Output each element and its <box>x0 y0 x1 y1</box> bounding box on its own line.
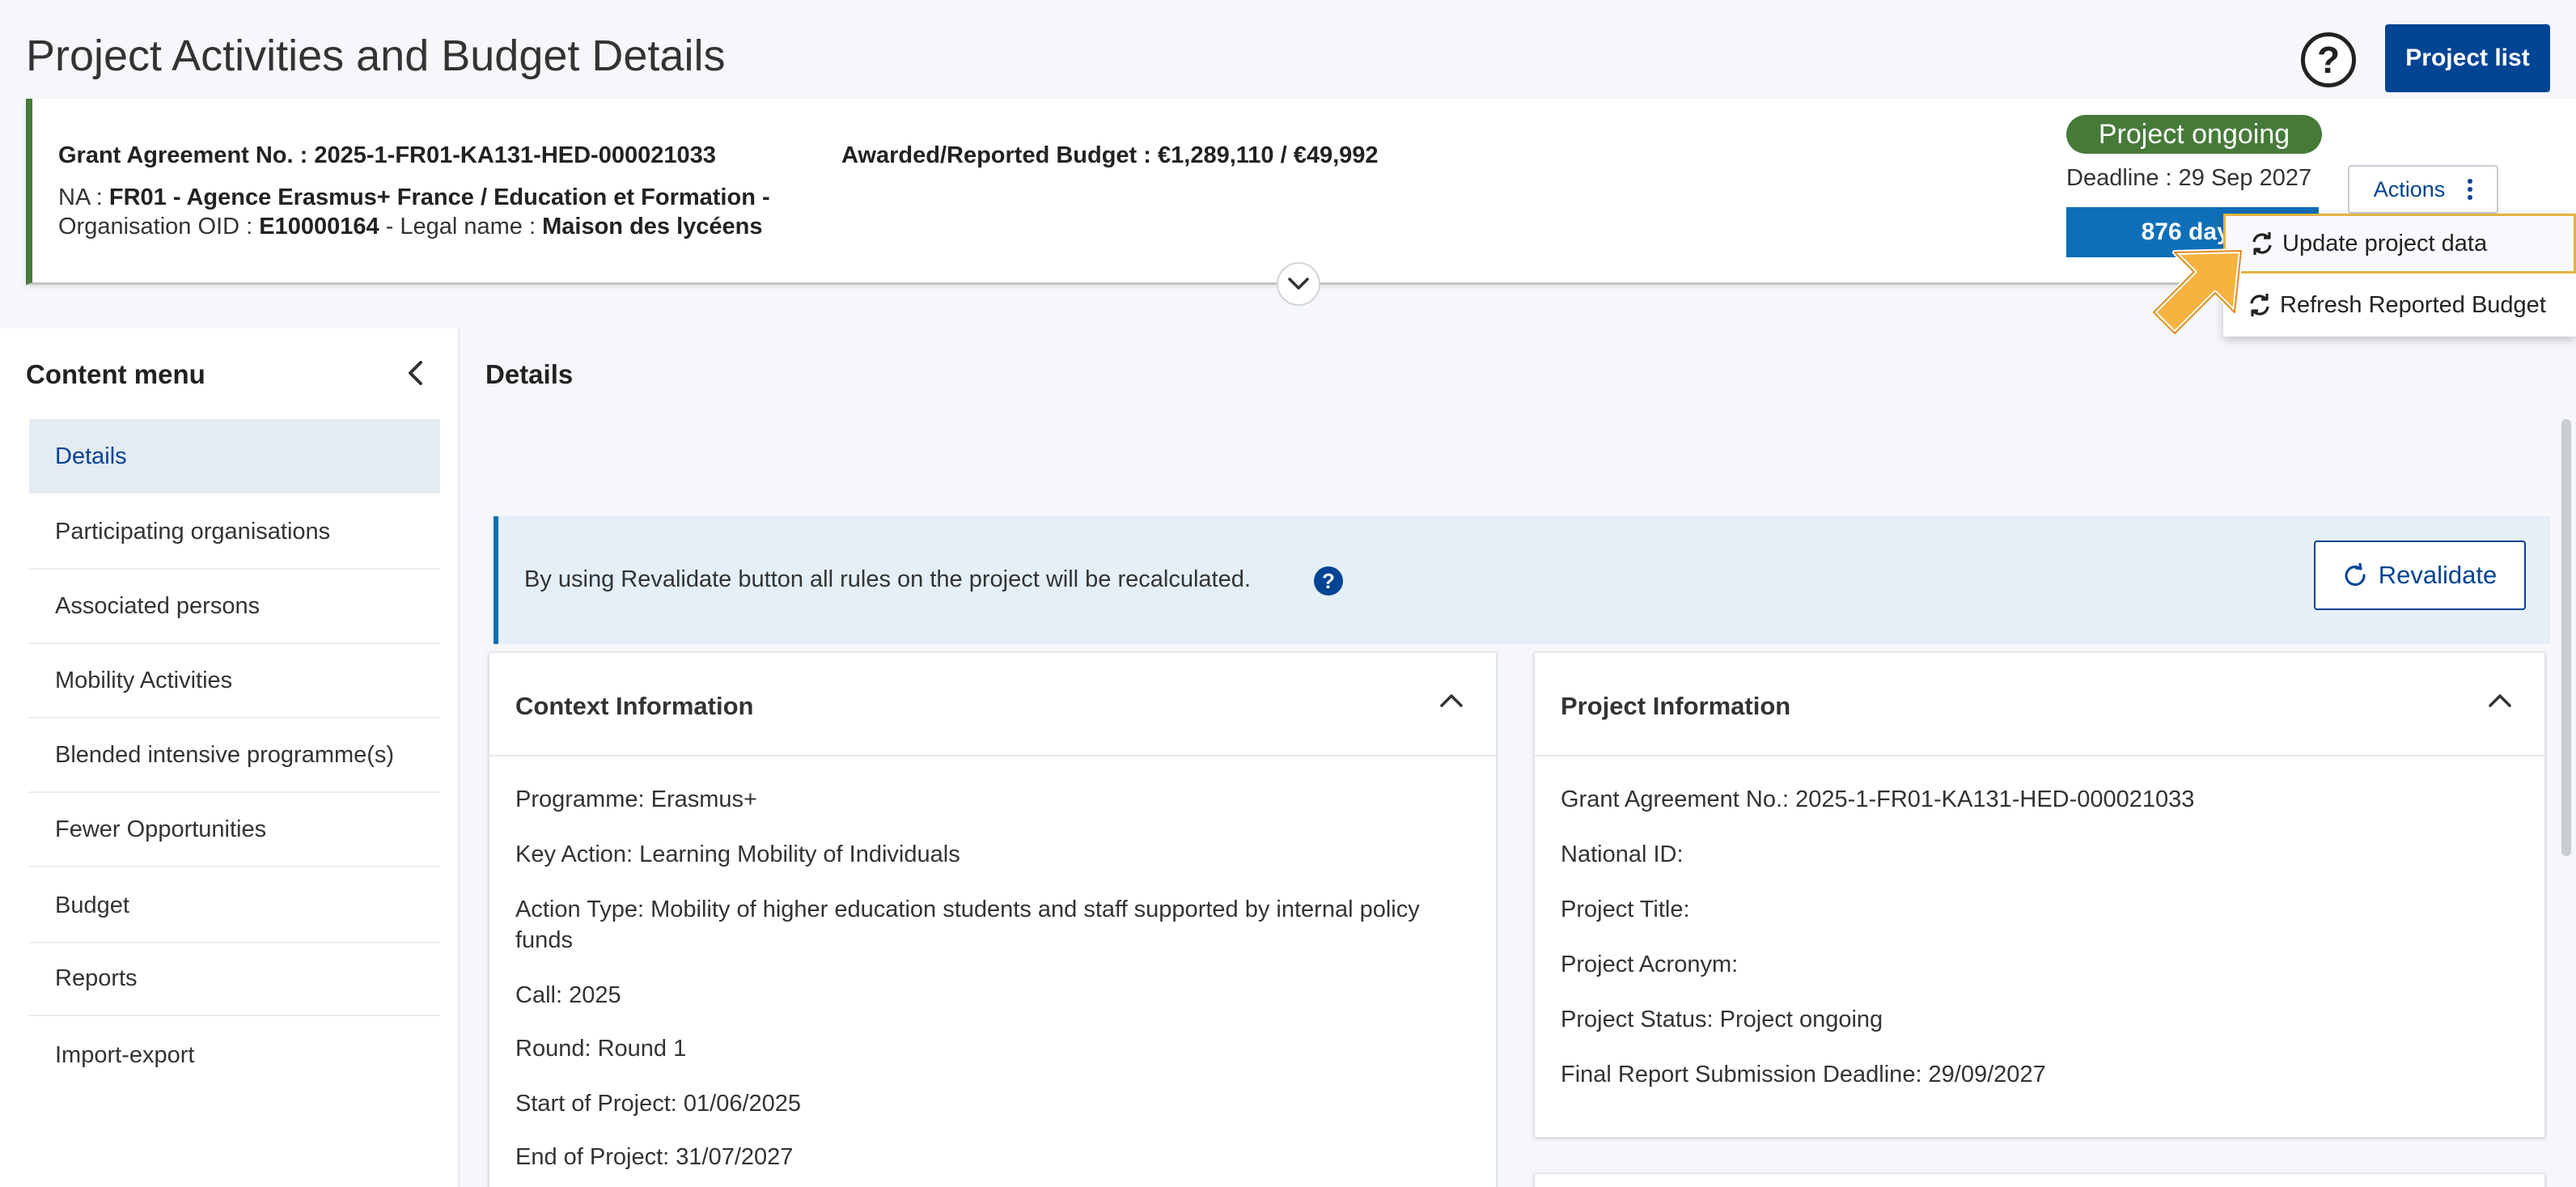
panel-title: Context Information <box>515 692 754 720</box>
scrollbar[interactable] <box>2561 419 2571 856</box>
next-panel <box>1534 1173 2545 1187</box>
menu-item-fewer-opportunities[interactable]: Fewer Opportunities <box>29 793 440 867</box>
field-final-report-deadline: Final Report Submission Deadline: 29/09/… <box>1561 1062 2046 1087</box>
grant-agreement: Grant Agreement No. : 2025-1-FR01-KA131-… <box>58 142 716 169</box>
menu-item-import-export[interactable]: Import-export <box>29 1018 440 1092</box>
field-call: Call: 2025 <box>515 982 621 1008</box>
panel-title: Project Information <box>1561 692 1791 720</box>
grant-label: Grant Agreement No. : <box>58 142 308 168</box>
section-title: Details <box>485 359 574 389</box>
kebab-icon <box>2468 179 2473 200</box>
awarded-budget: Awarded/Reported Budget : €1,289,110 / €… <box>841 142 1379 169</box>
field-round: Round: Round 1 <box>515 1036 687 1062</box>
chevron-left-icon <box>409 361 422 385</box>
content-menu-title: Content menu <box>26 359 205 389</box>
national-agency: NA : FR01 - Agence Erasmus+ France / Edu… <box>58 184 770 211</box>
revalidate-button[interactable]: Revalidate <box>2314 541 2526 610</box>
chevron-up-icon[interactable] <box>2488 692 2512 708</box>
legal-name-label: - Legal name : <box>385 214 536 240</box>
pointer-arrow-icon <box>2151 248 2243 336</box>
update-project-data-item[interactable]: Update project data <box>2223 214 2576 273</box>
deadline: Deadline : 29 Sep 2027 <box>2066 165 2312 191</box>
field-project-acronym: Project Acronym: <box>1561 952 1739 977</box>
legal-name: Maison des lycéens <box>542 214 763 240</box>
field-grant-agreement: Grant Agreement No.: 2025-1-FR01-KA131-H… <box>1561 786 2195 812</box>
actions-label: Actions <box>2373 176 2446 201</box>
menu-item-details[interactable]: Details <box>29 419 440 494</box>
revalidate-icon <box>2345 563 2366 586</box>
grant-number: 2025-1-FR01-KA131-HED-000021033 <box>314 142 716 168</box>
organisation-info: Organisation OID : E10000164 - Legal nam… <box>58 214 763 240</box>
org-oid: E10000164 <box>259 214 379 240</box>
project-list-button[interactable]: Project list <box>2385 24 2550 92</box>
field-national-id: National ID: <box>1561 841 1684 867</box>
org-label: Organisation OID : <box>58 214 253 240</box>
budget-label: Awarded/Reported Budget : <box>841 142 1151 168</box>
menu-item-associated-persons[interactable]: Associated persons <box>29 570 440 644</box>
field-end-of-project: End of Project: 31/07/2027 <box>515 1144 794 1170</box>
menu-item-participating-organisations[interactable]: Participating organisations <box>29 495 440 570</box>
budget-value: €1,289,110 / €49,992 <box>1158 142 1379 168</box>
menu-item-budget[interactable]: Budget <box>29 869 440 943</box>
menu-item-mobility-activities[interactable]: Mobility Activities <box>29 644 440 719</box>
field-project-status: Project Status: Project ongoing <box>1561 1007 1883 1032</box>
panel-header[interactable]: Project Information <box>1535 653 2544 757</box>
na-label: NA : <box>58 184 103 210</box>
refresh-reported-budget-item[interactable]: Refresh Reported Budget <box>2223 275 2576 335</box>
field-action-type: Action Type: Mobility of higher educatio… <box>515 897 1420 922</box>
na-value: FR01 - Agence Erasmus+ France / Educatio… <box>108 184 770 210</box>
chevron-up-icon[interactable] <box>1439 692 1464 708</box>
update-project-data-label: Update project data <box>2282 230 2488 256</box>
field-project-title: Project Title: <box>1561 897 1690 922</box>
field-key-action: Key Action: Learning Mobility of Individ… <box>515 841 960 867</box>
question-icon[interactable]: ? <box>1314 566 1343 596</box>
field-action-type-cont: funds <box>515 927 573 953</box>
refresh-reported-budget-label: Refresh Reported Budget <box>2280 291 2546 318</box>
collapse-menu-button[interactable] <box>405 358 426 392</box>
banner-text: By using Revalidate button all rules on … <box>524 566 1251 592</box>
help-icon[interactable]: ? <box>2301 32 2356 87</box>
field-programme: Programme: Erasmus+ <box>515 786 757 812</box>
project-information-panel: Project Information Grant Agreement No.:… <box>1534 652 2545 1138</box>
menu-item-blended-intensive-programmes[interactable]: Blended intensive programme(s) <box>29 719 440 793</box>
panel-header[interactable]: Context Information <box>489 653 1496 757</box>
revalidate-label: Revalidate <box>2378 561 2498 589</box>
field-start-of-project: Start of Project: 01/06/2025 <box>515 1091 802 1117</box>
menu-item-reports[interactable]: Reports <box>29 942 440 1016</box>
context-information-panel: Context Information Programme: Erasmus+ … <box>489 652 1497 1187</box>
actions-dropdown: Update project data Refresh Reported Bud… <box>2223 214 2576 337</box>
status-badge: Project ongoing <box>2066 115 2322 154</box>
expand-header-button[interactable] <box>1277 262 1320 306</box>
actions-button[interactable]: Actions <box>2348 165 2498 214</box>
page-title: Project Activities and Budget Details <box>26 32 726 80</box>
chevron-down-icon <box>1288 278 1309 290</box>
